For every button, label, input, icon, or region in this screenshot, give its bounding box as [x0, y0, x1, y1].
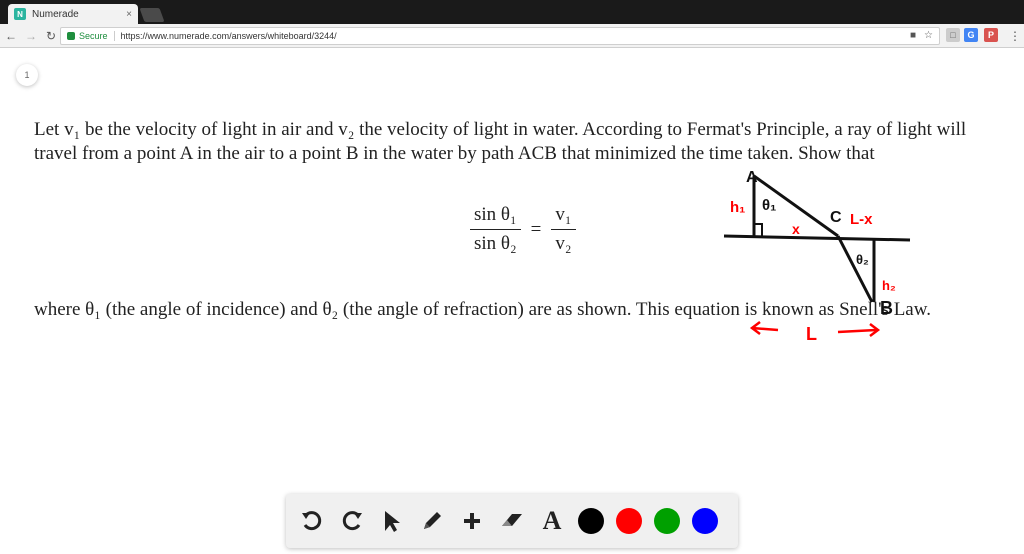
google-extension-icon[interactable]: G	[964, 28, 978, 42]
label-A: A	[746, 169, 758, 186]
label-theta2: θ₂	[856, 252, 869, 267]
tab-title: Numerade	[32, 8, 79, 20]
eraser-icon[interactable]	[498, 507, 526, 535]
pointer-icon[interactable]	[378, 507, 406, 535]
color-red-swatch[interactable]	[616, 508, 642, 534]
address-bar[interactable]: Secure https://www.numerade.com/answers/…	[60, 27, 940, 45]
color-blue-swatch[interactable]	[692, 508, 718, 534]
lock-icon	[67, 32, 75, 40]
reload-icon[interactable]: ↻	[42, 29, 60, 43]
right-denominator: v₂	[555, 233, 572, 254]
label-theta1: θ₁	[762, 197, 776, 214]
browser-toolbar: ← → ↻ Secure https://www.numerade.com/an…	[0, 24, 1024, 48]
color-black-swatch[interactable]	[578, 508, 604, 534]
menu-icon[interactable]: ⋮	[1006, 29, 1024, 43]
question-text: Let v₁ be the velocity of light in air a…	[34, 119, 967, 164]
refraction-sketch: A θ₁ C θ₂ B h₁ x L-x h₂ L	[723, 169, 911, 344]
equals-sign: =	[530, 218, 542, 240]
bookmark-star-icon[interactable]: ☆	[924, 30, 933, 41]
extension-icon[interactable]: □	[946, 28, 960, 42]
left-fraction: sin θ₁ sin θ₂	[470, 204, 521, 255]
text-icon[interactable]: A	[538, 506, 566, 535]
left-numerator: sin θ₁	[470, 204, 521, 230]
add-icon[interactable]	[458, 507, 486, 535]
pocket-extension-icon[interactable]: P	[984, 28, 998, 42]
snells-law-equation: sin θ₁ sin θ₂ = v₁ v₂	[470, 204, 576, 255]
secure-label: Secure	[79, 31, 108, 41]
arrow-right-line	[837, 328, 877, 334]
label-C: C	[830, 209, 842, 226]
label-h2: h₂	[882, 278, 896, 293]
back-icon[interactable]: ←	[2, 29, 20, 43]
tab-numerade[interactable]: N Numerade ×	[8, 4, 138, 24]
water-surface-line	[723, 234, 911, 242]
right-fraction: v₁ v₂	[551, 204, 576, 255]
label-x: x	[792, 221, 800, 237]
numerade-favicon-icon: N	[14, 8, 26, 20]
page-number[interactable]: 1	[16, 64, 38, 86]
forward-icon[interactable]: →	[22, 29, 40, 43]
color-green-swatch[interactable]	[654, 508, 680, 534]
label-L: L	[806, 324, 817, 344]
new-tab-button[interactable]	[139, 8, 165, 22]
camera-icon[interactable]: ■	[910, 30, 916, 41]
left-denominator: sin θ₂	[474, 233, 517, 254]
label-h1: h₁	[730, 199, 745, 216]
right-numerator: v₁	[551, 204, 576, 230]
label-l-minus-x: L-x	[850, 211, 873, 228]
undo-icon[interactable]	[298, 507, 326, 535]
redo-icon[interactable]	[338, 507, 366, 535]
tab-bar: N Numerade ×	[0, 0, 1024, 24]
pencil-icon[interactable]	[418, 507, 446, 535]
divider	[113, 31, 115, 41]
url-text[interactable]: https://www.numerade.com/answers/whitebo…	[121, 31, 337, 41]
refracted-ray	[836, 235, 874, 303]
label-B: B	[880, 298, 893, 318]
drawing-toolbar: A	[286, 494, 738, 548]
tab-close-icon[interactable]: ×	[126, 9, 132, 20]
